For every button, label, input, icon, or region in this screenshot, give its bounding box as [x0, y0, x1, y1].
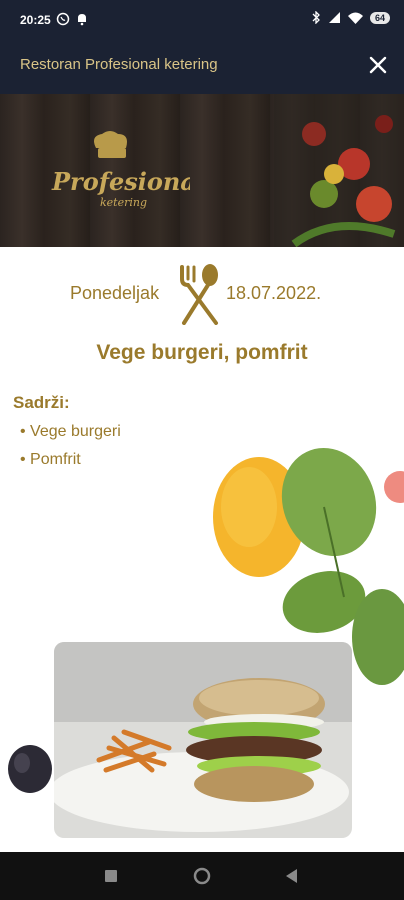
- meal-photo: [54, 642, 352, 838]
- system-nav-bar: [0, 852, 404, 900]
- meal-items-list: Vege burgeri Pomfrit: [20, 423, 121, 479]
- contains-label: Sadrži:: [13, 393, 70, 412]
- back-triangle-icon[interactable]: [282, 866, 302, 886]
- notification-bell-icon: [78, 14, 86, 26]
- app-title: Restoran Profesional ketering: [20, 56, 218, 73]
- recents-square-icon[interactable]: [101, 866, 121, 886]
- logo-subtext: ketering: [100, 196, 147, 209]
- logo-text: Profesional: [51, 167, 190, 196]
- vegetables-image: [274, 94, 404, 247]
- battery-icon: 64: [369, 11, 390, 24]
- hero-banner: Profesional ketering: [0, 94, 404, 247]
- list-item: Pomfrit: [20, 451, 121, 469]
- status-left-icons: [56, 12, 88, 26]
- wifi-icon: [347, 12, 363, 24]
- profesional-logo: Profesional ketering: [51, 131, 190, 209]
- fork-knife-icon: [180, 264, 218, 325]
- signal-icon: [328, 12, 340, 23]
- bluetooth-icon: [312, 11, 320, 24]
- date-row: Ponedeljak 18.07.2022.: [0, 263, 404, 325]
- eggplant-decoration: [8, 745, 52, 793]
- app-bar: Restoran Profesional ketering: [0, 40, 404, 94]
- home-circle-icon[interactable]: [192, 866, 212, 886]
- meal-title: Vege burgeri, pomfrit: [96, 341, 308, 364]
- day-label: Ponedeljak: [70, 283, 160, 303]
- viber-icon: [56, 12, 70, 26]
- list-item: Vege burgeri: [20, 423, 121, 441]
- status-time: 20:25: [20, 13, 51, 27]
- status-bar: 20:25 64: [0, 0, 404, 40]
- status-right-icons: 64: [312, 11, 390, 24]
- menu-content: Ponedeljak 18.07.2022. Vege burgeri, pom…: [0, 247, 404, 852]
- close-icon[interactable]: [366, 53, 390, 77]
- date-label: 18.07.2022.: [226, 283, 322, 303]
